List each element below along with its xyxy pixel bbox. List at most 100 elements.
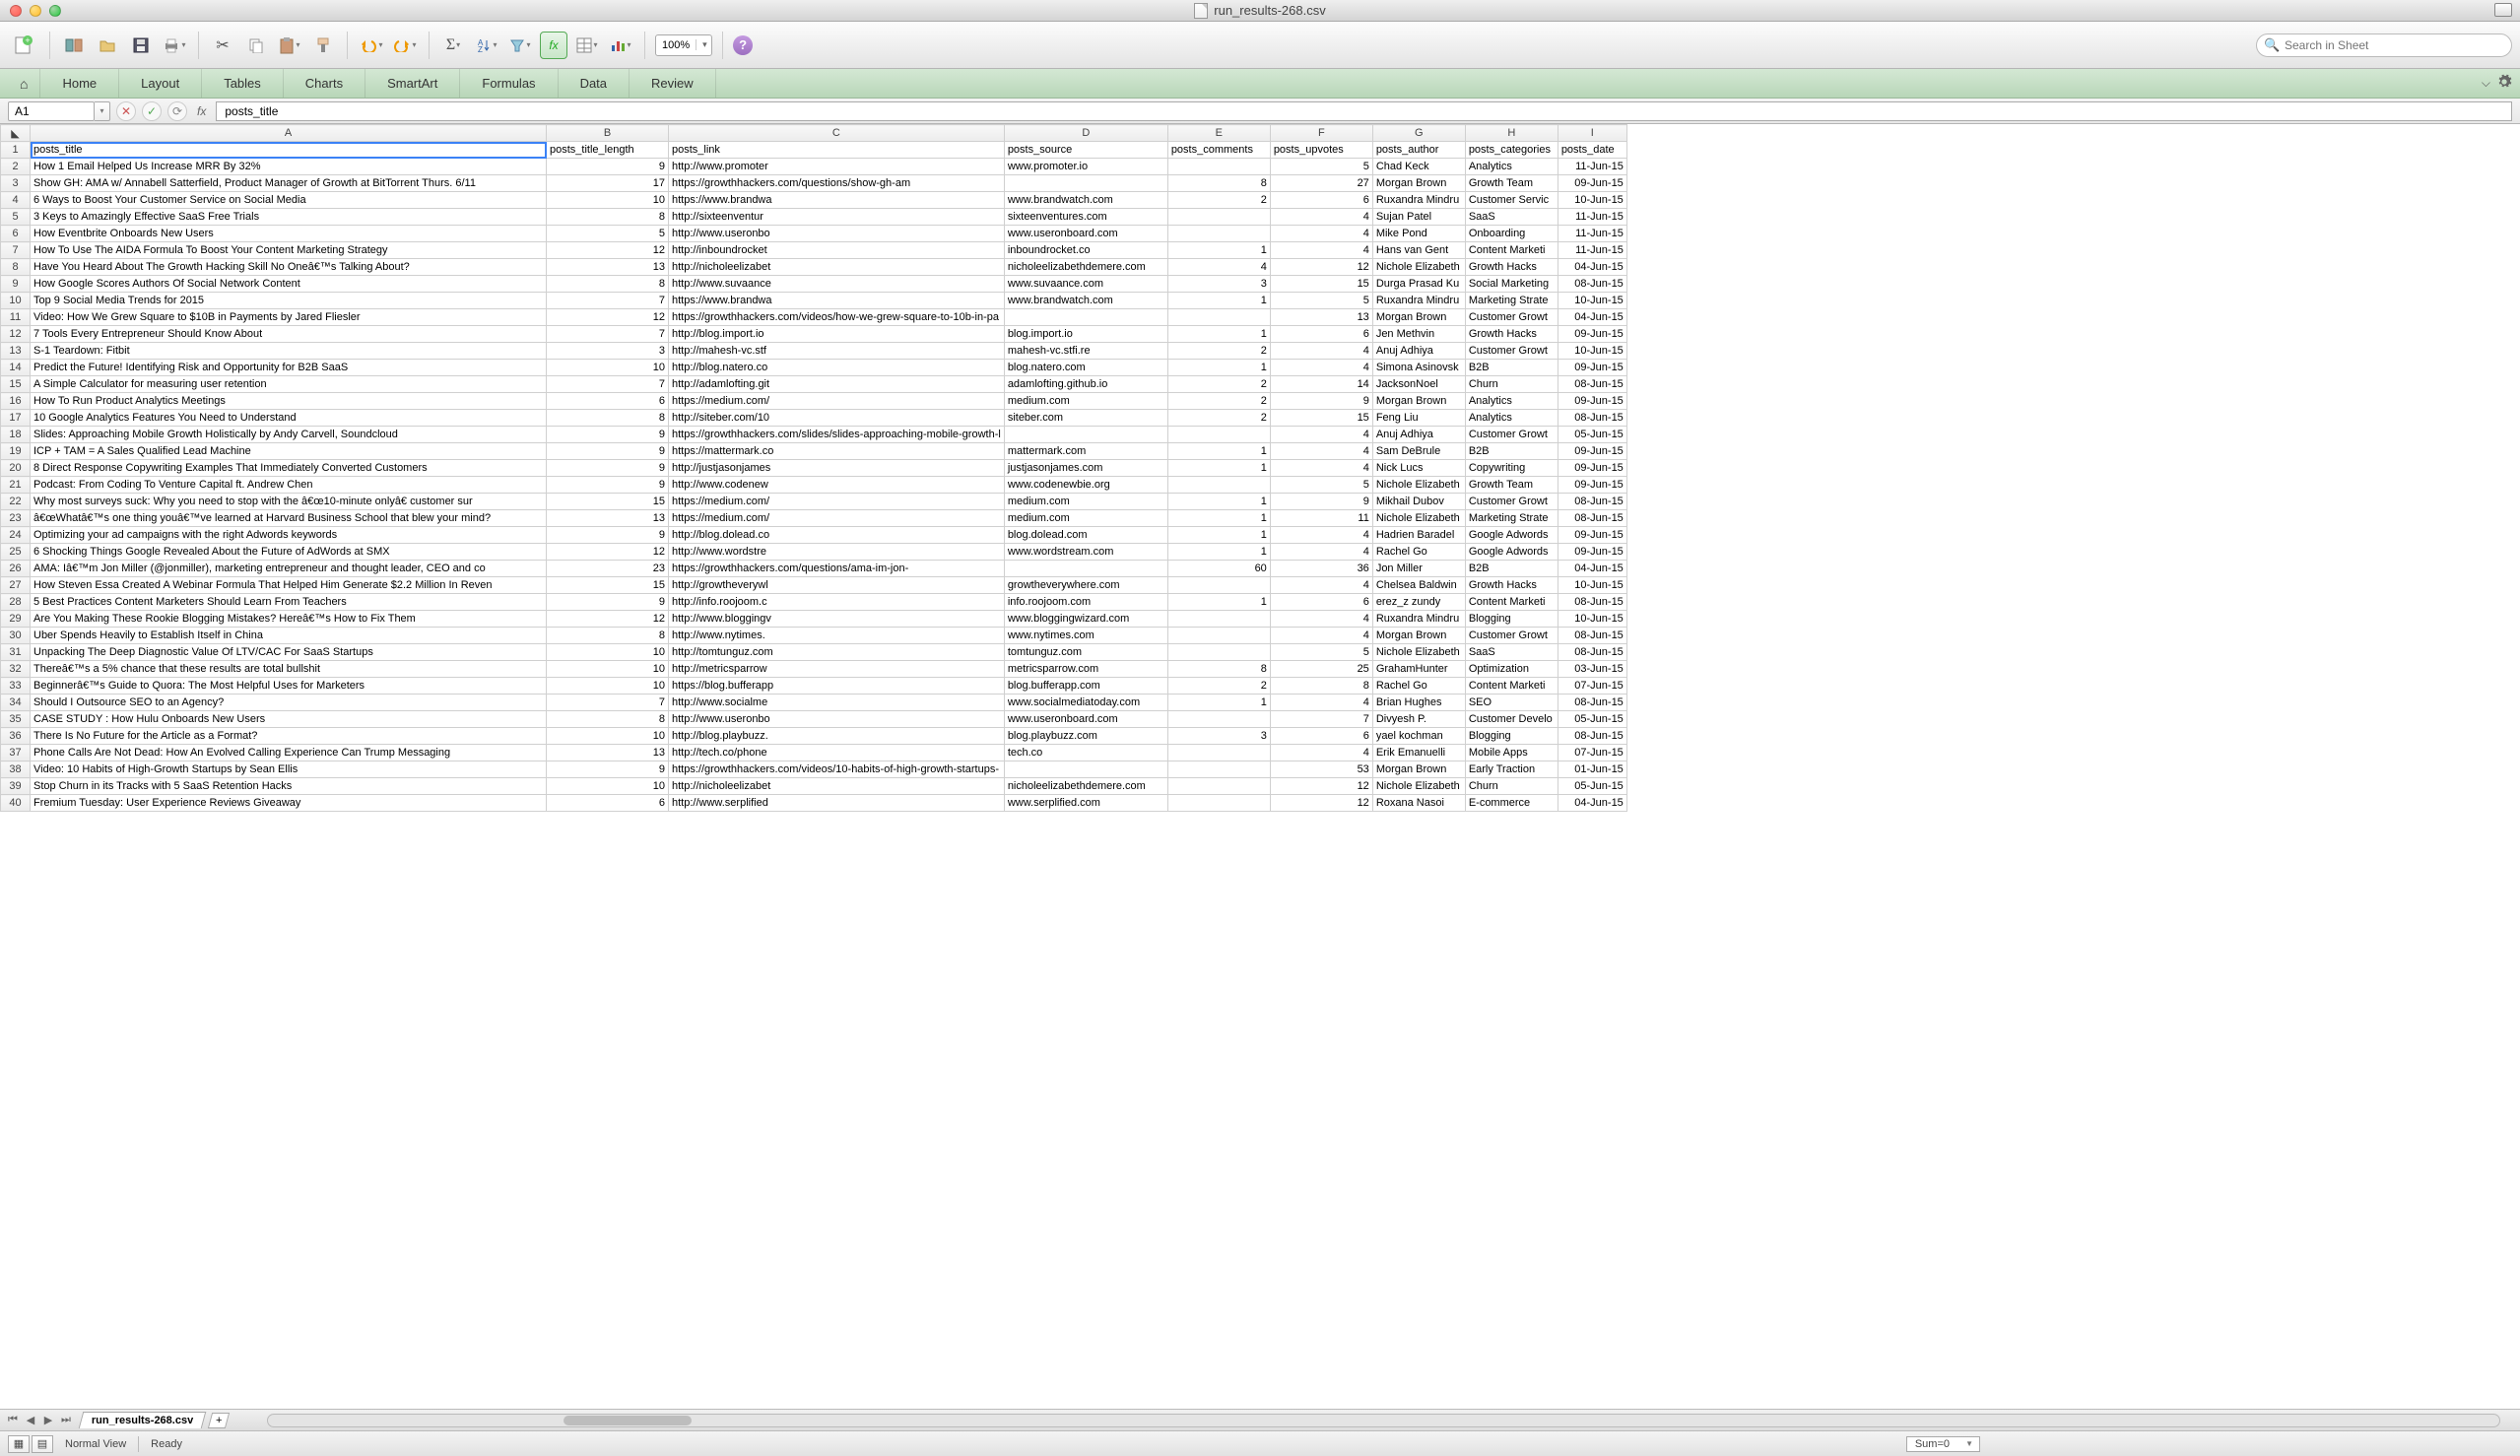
cell[interactable]: 36	[1270, 561, 1372, 577]
cell[interactable]: Feng Liu	[1372, 410, 1465, 427]
cell[interactable]: 07-Jun-15	[1558, 678, 1626, 695]
cell[interactable]: 2	[1167, 393, 1270, 410]
cell[interactable]: 4	[1270, 226, 1372, 242]
row-header[interactable]: 18	[1, 427, 31, 443]
filter-icon[interactable]: ▾	[506, 32, 534, 59]
cell[interactable]: 03-Jun-15	[1558, 661, 1626, 678]
cell[interactable]	[1004, 561, 1167, 577]
cell[interactable]: Mobile Apps	[1465, 745, 1558, 761]
accept-formula-icon[interactable]: ✓	[142, 101, 162, 121]
help-icon[interactable]: ?	[733, 35, 753, 55]
row-header[interactable]: 1	[1, 142, 31, 159]
cell[interactable]: Beginnerâ€™s Guide to Quora: The Most He…	[31, 678, 547, 695]
cell[interactable]: A Simple Calculator for measuring user r…	[31, 376, 547, 393]
cell[interactable]: 10-Jun-15	[1558, 577, 1626, 594]
row-header[interactable]: 24	[1, 527, 31, 544]
cell[interactable]: 1	[1167, 326, 1270, 343]
cell[interactable]: adamlofting.github.io	[1004, 376, 1167, 393]
cell[interactable]	[1004, 761, 1167, 778]
cell[interactable]: Top 9 Social Media Trends for 2015	[31, 293, 547, 309]
row-header[interactable]: 11	[1, 309, 31, 326]
cell[interactable]: 15	[1270, 410, 1372, 427]
ribbon-expand-icon[interactable]: ⌵	[2482, 76, 2490, 91]
cell[interactable]: 8	[1270, 678, 1372, 695]
cell[interactable]: Churn	[1465, 376, 1558, 393]
cell[interactable]: 05-Jun-15	[1558, 711, 1626, 728]
cell[interactable]	[1167, 226, 1270, 242]
cell[interactable]: Growth Team	[1465, 477, 1558, 494]
cell[interactable]: www.codenewbie.org	[1004, 477, 1167, 494]
cell[interactable]: GrahamHunter	[1372, 661, 1465, 678]
cell[interactable]: Growth Hacks	[1465, 259, 1558, 276]
cell[interactable]: nicholeelizabethdemere.com	[1004, 259, 1167, 276]
cell[interactable]: Customer Growt	[1465, 343, 1558, 360]
cell[interactable]: 07-Jun-15	[1558, 745, 1626, 761]
cell[interactable]: 2	[1167, 678, 1270, 695]
cell[interactable]: 6 Ways to Boost Your Customer Service on…	[31, 192, 547, 209]
cell[interactable]: blog.bufferapp.com	[1004, 678, 1167, 695]
tab-nav-last-icon[interactable]: ⏭	[57, 1414, 75, 1426]
cell[interactable]: www.useronboard.com	[1004, 711, 1167, 728]
cell[interactable]: http://nicholeelizabet	[669, 778, 1005, 795]
cell[interactable]: nicholeelizabethdemere.com	[1004, 778, 1167, 795]
cell[interactable]: https://medium.com/	[669, 510, 1005, 527]
row-header[interactable]: 17	[1, 410, 31, 427]
row-header[interactable]: 3	[1, 175, 31, 192]
cell[interactable]: 12	[547, 242, 669, 259]
cell[interactable]: Onboarding	[1465, 226, 1558, 242]
cell[interactable]: Nichole Elizabeth	[1372, 477, 1465, 494]
cell[interactable]: www.socialmediatoday.com	[1004, 695, 1167, 711]
row-header[interactable]: 4	[1, 192, 31, 209]
cell[interactable]: 09-Jun-15	[1558, 443, 1626, 460]
cell[interactable]: 13	[547, 259, 669, 276]
open-icon[interactable]	[94, 32, 121, 59]
cell[interactable]: Google Adwords	[1465, 544, 1558, 561]
sum-display[interactable]: Sum=0	[1906, 1436, 1980, 1452]
cell[interactable]: 08-Jun-15	[1558, 628, 1626, 644]
cell[interactable]: 4	[1270, 544, 1372, 561]
cell[interactable]: 13	[547, 745, 669, 761]
cell[interactable]	[1167, 159, 1270, 175]
cell[interactable]: 6	[1270, 192, 1372, 209]
cell[interactable]: 4	[1167, 259, 1270, 276]
cell[interactable]: 2	[1167, 376, 1270, 393]
print-icon[interactable]: ▾	[161, 32, 188, 59]
cell[interactable]: posts_source	[1004, 142, 1167, 159]
row-header[interactable]: 34	[1, 695, 31, 711]
col-header-G[interactable]: G	[1372, 125, 1465, 142]
cell[interactable]: Customer Servic	[1465, 192, 1558, 209]
cell[interactable]: http://www.serplified	[669, 795, 1005, 812]
row-header[interactable]: 27	[1, 577, 31, 594]
cell[interactable]: 1	[1167, 293, 1270, 309]
cell[interactable]: https://growthhackers.com/questions/ama-…	[669, 561, 1005, 577]
cell[interactable]: 4	[1270, 443, 1372, 460]
cell[interactable]: Nick Lucs	[1372, 460, 1465, 477]
cell[interactable]: http://blog.natero.co	[669, 360, 1005, 376]
cell[interactable]: 12	[547, 309, 669, 326]
cell[interactable]: 12	[547, 544, 669, 561]
cell[interactable]: Morgan Brown	[1372, 393, 1465, 410]
cell[interactable]: Early Traction	[1465, 761, 1558, 778]
cell[interactable]: posts_title	[31, 142, 547, 159]
cell[interactable]: 6	[547, 393, 669, 410]
cell[interactable]: http://www.useronbo	[669, 226, 1005, 242]
cell[interactable]: http://www.socialme	[669, 695, 1005, 711]
col-header-A[interactable]: A	[31, 125, 547, 142]
cell[interactable]: siteber.com	[1004, 410, 1167, 427]
cell[interactable]: 3 Keys to Amazingly Effective SaaS Free …	[31, 209, 547, 226]
cell[interactable]: Optimization	[1465, 661, 1558, 678]
cell[interactable]: 09-Jun-15	[1558, 175, 1626, 192]
cell[interactable]: E-commerce	[1465, 795, 1558, 812]
cell[interactable]: Simona Asinovsk	[1372, 360, 1465, 376]
cell[interactable]: ICP + TAM = A Sales Qualified Lead Machi…	[31, 443, 547, 460]
cell[interactable]: 1	[1167, 460, 1270, 477]
tab-tables[interactable]: Tables	[202, 69, 284, 98]
cell[interactable]	[1004, 427, 1167, 443]
sheet-tab-active[interactable]: run_results-268.csv	[79, 1412, 207, 1428]
cell[interactable]: https://medium.com/	[669, 494, 1005, 510]
cell[interactable]: Fremium Tuesday: User Experience Reviews…	[31, 795, 547, 812]
cell[interactable]: 09-Jun-15	[1558, 527, 1626, 544]
cell[interactable]: Morgan Brown	[1372, 761, 1465, 778]
cell[interactable]: 6	[1270, 326, 1372, 343]
col-header-F[interactable]: F	[1270, 125, 1372, 142]
